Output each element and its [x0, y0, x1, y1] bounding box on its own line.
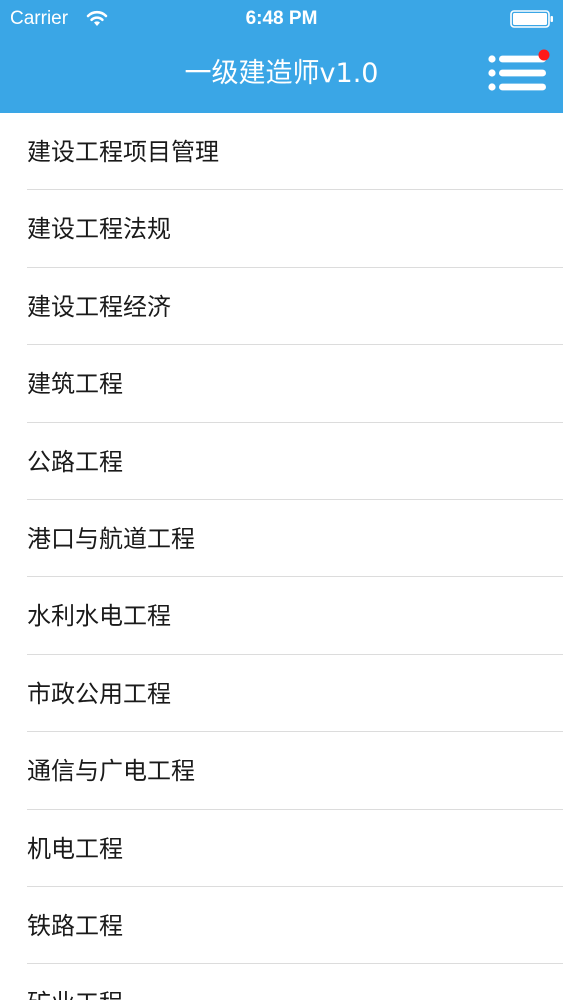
notification-badge-icon [538, 49, 550, 61]
list-item[interactable]: 水利水电工程 [0, 577, 563, 656]
list-item-label: 市政公用工程 [27, 679, 171, 708]
status-time: 6:48 PM [245, 8, 318, 29]
hamburger-menu-icon[interactable] [484, 47, 550, 99]
status-bar: Carrier 6:48 PM [0, 0, 563, 38]
list-item-label: 水利水电工程 [27, 602, 171, 631]
list-item-label: 港口与航道工程 [27, 524, 195, 553]
list-item-label: 通信与广电工程 [27, 757, 195, 786]
list-item[interactable]: 建设工程法规 [0, 190, 563, 269]
list-item-label: 建筑工程 [27, 370, 123, 399]
list-item-label: 建设工程法规 [27, 215, 171, 244]
list-item[interactable]: 市政公用工程 [0, 655, 563, 733]
navigation-bar: 一级建造师v1.0 [0, 38, 563, 113]
category-list: 建设工程项目管理 建设工程法规 建设工程经济 建筑工程 公路工程 港口与航道工程… [0, 113, 563, 1000]
list-item[interactable]: 建设工程项目管理 [0, 113, 563, 191]
list-item[interactable]: 矿业工程 [0, 964, 563, 1000]
list-item-label: 建设工程项目管理 [27, 138, 219, 166]
list-item[interactable]: 机电工程 [0, 810, 563, 888]
top-bar: Carrier 6:48 PM 一级建造师v1.0 [0, 0, 563, 113]
list-item[interactable]: 公路工程 [0, 423, 563, 501]
list-item[interactable]: 铁路工程 [0, 887, 563, 965]
list-item[interactable]: 通信与广电工程 [0, 732, 563, 810]
list-item-label: 公路工程 [27, 447, 123, 476]
battery-icon [510, 10, 553, 28]
list-item[interactable]: 建筑工程 [0, 345, 563, 423]
app-screen: Carrier 6:48 PM 一级建造师v1.0 建设工程项目管理 建设工程法… [0, 0, 563, 1000]
list-item[interactable]: 建设工程经济 [0, 268, 563, 346]
list-item-label: 矿业工程 [27, 988, 123, 1000]
list-item-label: 机电工程 [27, 834, 123, 863]
list-item[interactable]: 港口与航道工程 [0, 500, 563, 578]
list-item-label: 铁路工程 [27, 911, 123, 940]
list-item-label: 建设工程经济 [27, 292, 171, 321]
page-title: 一级建造师v1.0 [184, 58, 379, 89]
